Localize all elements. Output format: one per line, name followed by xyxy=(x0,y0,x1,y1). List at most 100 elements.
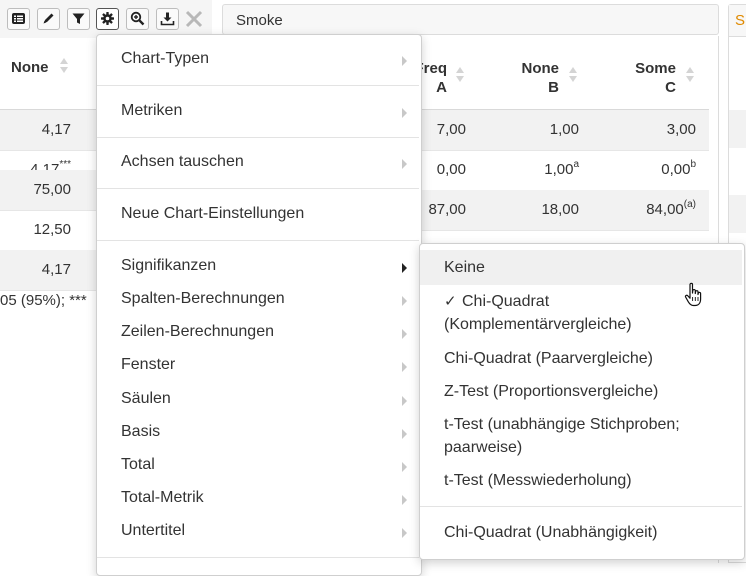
cell-value: 3,00 xyxy=(666,121,696,138)
cell-value: 4,17 xyxy=(41,261,71,278)
context-menu: Chart-Typen Metriken Achsen tauschen Neu… xyxy=(96,34,422,576)
chevron-right-icon xyxy=(402,495,407,505)
menu-item-window[interactable]: Fenster xyxy=(97,356,419,378)
submenu-item-chi-square-independence[interactable]: Chi-Quadrat (Unabhängigkeit) xyxy=(420,521,742,545)
menu-item-subtitle[interactable]: Untertitel xyxy=(97,522,419,544)
cell-value: 4,17 xyxy=(41,121,71,138)
chevron-right-icon xyxy=(402,263,407,273)
menu-separator xyxy=(97,240,419,241)
table-list-icon xyxy=(12,13,25,24)
chevron-right-icon xyxy=(402,396,407,406)
table-row: 12,50 xyxy=(0,210,96,251)
menu-item-label: Signifikanzen xyxy=(121,257,217,274)
column-header-some[interactable]: Some C xyxy=(635,59,676,97)
menu-separator xyxy=(97,557,419,558)
submenu-item-t-test-independent[interactable]: t-Test (unabhängige Stichproben; paarwei… xyxy=(420,413,742,461)
column-header-none[interactable]: None B xyxy=(522,59,560,97)
menu-item-label: Neue Chart-Einstellungen xyxy=(121,205,305,222)
pencil-icon xyxy=(43,13,54,24)
close-icon[interactable] xyxy=(183,8,205,30)
menu-item-label: Total xyxy=(121,456,155,473)
menu-separator xyxy=(97,85,419,86)
sort-icon[interactable] xyxy=(456,67,464,83)
chevron-right-icon xyxy=(402,159,407,169)
settings-button[interactable] xyxy=(96,8,119,30)
menu-item-base[interactable]: Basis xyxy=(97,423,419,445)
edit-button[interactable] xyxy=(37,8,60,30)
submenu-item-label: Chi-Quadrat (Paarvergleiche) xyxy=(444,350,653,367)
menu-item-label: Basis xyxy=(121,423,161,440)
submenu-item-label: Z-Test (Proportionsvergleiche) xyxy=(444,383,659,400)
chevron-right-icon xyxy=(402,528,407,538)
menu-item-label: Fenster xyxy=(121,356,176,373)
menu-item-chart-types[interactable]: Chart-Typen xyxy=(97,50,419,72)
table-row: 4,17 xyxy=(0,110,96,151)
zoom-in-icon xyxy=(130,11,145,26)
submenu-item-label: t-Test (Messwiederholung) xyxy=(444,472,632,489)
menu-item-label: Metriken xyxy=(121,102,183,119)
menu-item-significance[interactable]: Signifikanzen xyxy=(97,257,419,279)
submenu-item-label: t-Test (unabhängige Stichproben; xyxy=(444,416,680,433)
download-icon xyxy=(160,12,175,26)
cell-value: 1,00a xyxy=(544,159,579,179)
submenu-item-none[interactable]: Keine xyxy=(420,250,742,285)
menu-item-columns[interactable]: Säulen xyxy=(97,390,419,412)
menu-item-swap-axes[interactable]: Achsen tauschen xyxy=(97,153,419,175)
sort-icon[interactable] xyxy=(686,67,694,83)
chevron-right-icon xyxy=(402,108,407,118)
menu-separator xyxy=(97,188,419,189)
column-header-none[interactable]: None xyxy=(11,59,49,76)
download-button[interactable] xyxy=(156,8,179,30)
chevron-right-icon xyxy=(402,56,407,66)
cell-value: 87,00 xyxy=(428,201,466,218)
hand-cursor-icon xyxy=(684,282,702,307)
table-row xyxy=(729,110,746,148)
left-table-header: None xyxy=(0,38,96,111)
menu-item-label: Zeilen-Berechnungen xyxy=(121,323,274,340)
menu-item-label: Achsen tauschen xyxy=(121,153,244,170)
menu-item-new-chart-settings[interactable]: Neue Chart-Einstellungen xyxy=(97,205,419,227)
cell-value: 75,00 xyxy=(33,181,71,198)
table-row: 75,00 xyxy=(0,170,96,211)
table-footnote: 05 (95%); *** xyxy=(0,292,87,309)
cell-value: 1,00 xyxy=(549,121,579,138)
menu-item-label: Spalten-Berechnungen xyxy=(121,290,285,307)
chevron-right-icon xyxy=(402,429,407,439)
table-row: 4,17 xyxy=(0,250,96,291)
sort-icon[interactable] xyxy=(60,58,68,74)
cell-value: 7,00 xyxy=(436,121,466,138)
menu-item-label: Total-Metrik xyxy=(121,489,204,506)
submenu-item-label: paarweise) xyxy=(444,439,523,456)
menu-item-metrics[interactable]: Metriken xyxy=(97,102,419,124)
menu-item-column-calculations[interactable]: Spalten-Berechnungen xyxy=(97,290,419,312)
cell-value: 0,00b xyxy=(661,159,696,179)
submenu-item-label: (Komplementärvergleiche) xyxy=(444,316,632,333)
chevron-right-icon xyxy=(402,362,407,372)
submenu-item-t-test-repeated[interactable]: t-Test (Messwiederholung) xyxy=(420,469,742,493)
submenu-item-label: Chi-Quadrat (Unabhängigkeit) xyxy=(444,524,658,541)
menu-item-row-calculations[interactable]: Zeilen-Berechnungen xyxy=(97,323,419,345)
cell-value: 18,00 xyxy=(541,201,579,218)
sort-icon[interactable] xyxy=(569,67,577,83)
adjacent-panel-title: S xyxy=(735,12,746,29)
gear-icon xyxy=(101,12,114,25)
submenu-item-label: Keine xyxy=(444,259,485,276)
submenu-item-z-test[interactable]: Z-Test (Proportionsvergleiche) xyxy=(420,380,742,404)
filter-icon xyxy=(72,13,85,24)
menu-item-label: Untertitel xyxy=(121,522,186,539)
submenu-item-label: Chi-Quadrat xyxy=(462,293,550,310)
cell-value: 84,00(a) xyxy=(646,199,696,219)
menu-item-total-metric[interactable]: Total-Metrik xyxy=(97,489,419,511)
menu-item-label: Chart-Typen xyxy=(121,50,210,67)
zoom-button[interactable] xyxy=(126,8,149,30)
menu-item-label: Säulen xyxy=(121,390,171,407)
cell-value: 12,50 xyxy=(33,221,71,238)
chevron-right-icon xyxy=(402,296,407,306)
submenu-item-chi-square-pairwise[interactable]: Chi-Quadrat (Paarvergleiche) xyxy=(420,347,742,371)
table-row xyxy=(729,195,746,233)
menu-item-total[interactable]: Total xyxy=(97,456,419,478)
filter-button[interactable] xyxy=(67,8,90,30)
chevron-right-icon xyxy=(402,329,407,339)
table-view-button[interactable] xyxy=(7,8,30,30)
menu-separator xyxy=(97,137,419,138)
